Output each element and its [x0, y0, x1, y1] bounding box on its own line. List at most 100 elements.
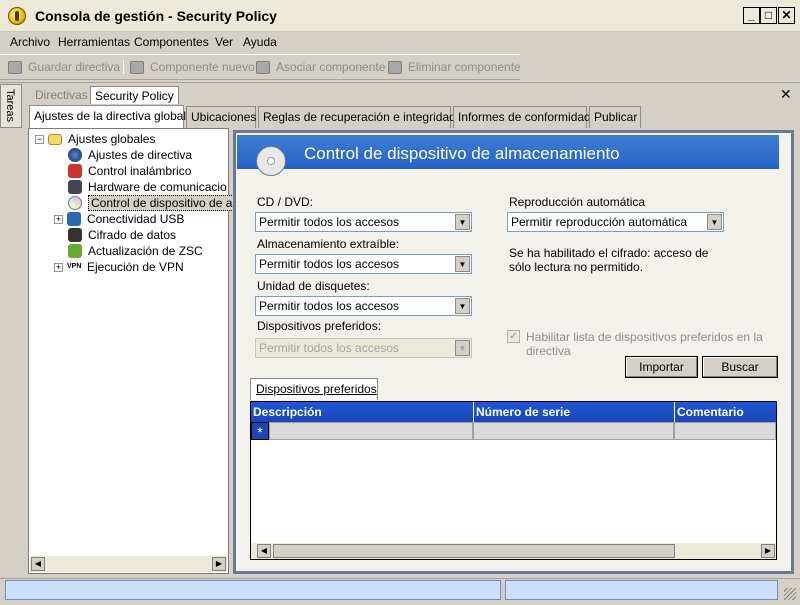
delete-component-icon — [388, 60, 402, 74]
save-policy-button[interactable]: Guardar directiva — [8, 59, 120, 75]
close-document-icon[interactable]: ✕ — [780, 86, 792, 103]
search-button[interactable]: Buscar — [702, 356, 778, 378]
tree-item-vpn-enforcement[interactable]: + VPN Ejecución de VPN — [54, 259, 184, 275]
vpn-icon: VPN — [67, 260, 81, 274]
tree-label: Actualización de ZSC — [88, 244, 203, 258]
tab-locations[interactable]: Ubicaciones — [186, 106, 256, 128]
tree-item-zsc-update[interactable]: Actualización de ZSC — [68, 243, 203, 259]
app-icon — [8, 7, 26, 25]
tree-label: Control de dispositivo de al — [88, 195, 239, 211]
window-title: Consola de gestión - Security Policy — [35, 8, 277, 24]
tab-security-policy[interactable]: Security Policy — [90, 86, 179, 104]
preferred-list-checkbox-label: Habilitar lista de dispositivos preferid… — [526, 330, 763, 358]
tree-node-global-settings[interactable]: − Ajustes globales — [35, 131, 155, 147]
menu-ayuda[interactable]: Ayuda — [243, 35, 277, 49]
preferred-list-checkbox[interactable]: ✓ — [507, 330, 520, 343]
delete-component-button[interactable]: Eliminar componente — [388, 59, 521, 75]
column-header-label: Número de serie — [476, 405, 571, 419]
floppy-drive-select[interactable]: Permitir todos los accesos ▼ — [255, 296, 472, 316]
preferred-devices-select: Permitir todos los accesos ▼ — [255, 338, 472, 358]
tasks-side-tab[interactable]: Tareas — [0, 84, 22, 128]
associate-component-button[interactable]: Asociar componente — [256, 59, 385, 75]
associate-component-label: Asociar componente — [276, 60, 386, 74]
column-header-comment[interactable]: Comentario — [674, 402, 776, 422]
autoplay-select[interactable]: Permitir reproducción automática ▼ — [507, 212, 724, 232]
usb-icon — [67, 212, 81, 226]
new-row-comment-cell[interactable] — [674, 422, 776, 440]
chevron-down-icon[interactable]: ▼ — [707, 214, 722, 230]
tab-recovery-integrity[interactable]: Reglas de recuperación e integridad — [258, 106, 456, 128]
new-row-serial-cell[interactable] — [473, 422, 674, 440]
scroll-right-icon[interactable]: ▶ — [212, 557, 226, 571]
tree-hscrollbar[interactable] — [30, 556, 227, 572]
autoplay-value: Permitir reproducción automática — [511, 215, 688, 229]
save-policy-label: Guardar directiva — [28, 60, 121, 74]
tree-label: Control inalámbrico — [88, 164, 192, 178]
panel-title: Control de dispositivo de almacenamiento — [304, 144, 620, 163]
removable-storage-label: Almacenamiento extraíble: — [257, 237, 400, 251]
minimize-button[interactable]: _ — [743, 7, 760, 24]
cd-dvd-select[interactable]: Permitir todos los accesos ▼ — [255, 212, 472, 232]
cd-dvd-label: CD / DVD: — [257, 195, 314, 209]
collapse-icon[interactable]: − — [35, 134, 44, 144]
scroll-right-icon[interactable]: ▶ — [761, 544, 775, 558]
associate-component-icon — [256, 60, 270, 74]
menu-componentes[interactable]: Componentes — [134, 35, 209, 49]
chevron-down-icon[interactable]: ▼ — [455, 298, 470, 314]
import-button[interactable]: Importar — [625, 356, 698, 378]
tasks-side-tab-label: Tareas — [4, 89, 16, 123]
chevron-down-icon: ▼ — [455, 340, 470, 356]
tab-compliance-reports[interactable]: Informes de conformidad — [453, 106, 591, 128]
cd-dvd-value: Permitir todos los accesos — [259, 215, 400, 229]
menu-herramientas[interactable]: Herramientas — [58, 35, 130, 49]
tree-label: Ejecución de VPN — [87, 260, 184, 274]
resize-grip-icon[interactable] — [784, 588, 796, 600]
chevron-down-icon[interactable]: ▼ — [455, 256, 470, 272]
preferred-devices-value: Permitir todos los accesos — [259, 341, 400, 355]
tree-label: Conectividad USB — [87, 212, 185, 226]
scroll-left-icon[interactable]: ◀ — [31, 557, 45, 571]
close-button[interactable]: ✕ — [778, 7, 795, 24]
tree-item-communication-hardware[interactable]: Hardware de comunicacio — [68, 179, 227, 195]
expand-icon[interactable]: + — [54, 214, 63, 224]
toolbar-separator — [123, 60, 124, 74]
maximize-button[interactable]: □ — [760, 7, 777, 24]
update-icon — [68, 244, 82, 258]
hardware-icon — [68, 180, 82, 194]
scroll-left-icon[interactable]: ◀ — [257, 544, 271, 558]
new-row-marker-icon: * — [251, 422, 269, 440]
delete-component-label: Eliminar componente — [408, 60, 521, 74]
tab-directivas[interactable]: Directivas — [31, 86, 92, 104]
column-header-label: Comentario — [677, 405, 744, 419]
chevron-down-icon[interactable]: ▼ — [455, 214, 470, 230]
column-header-description[interactable]: Descripción — [251, 402, 473, 422]
globe-icon — [68, 148, 82, 162]
removable-storage-select[interactable]: Permitir todos los accesos ▼ — [255, 254, 472, 274]
tree-item-wireless-control[interactable]: Control inalámbrico — [68, 163, 191, 179]
tab-publish[interactable]: Publicar — [589, 106, 641, 128]
new-component-button[interactable]: Componente nuevo — [130, 59, 255, 75]
cd-dvd-icon — [256, 146, 286, 176]
menu-ver[interactable]: Ver — [215, 35, 233, 49]
status-panel-right — [505, 580, 778, 600]
tree-item-policy-settings[interactable]: Ajustes de directiva — [68, 147, 192, 163]
scroll-thumb[interactable] — [273, 544, 675, 558]
autoplay-label: Reproducción automática — [509, 195, 646, 209]
lock-icon — [68, 228, 82, 242]
tab-global-policy-settings[interactable]: Ajustes de la directiva global — [29, 105, 186, 128]
tree-item-usb-connectivity[interactable]: + Conectividad USB — [54, 211, 184, 227]
menu-archivo[interactable]: Archivo — [10, 35, 50, 49]
new-row-description-cell[interactable] — [269, 422, 473, 440]
status-panel-left — [5, 580, 501, 600]
removable-storage-value: Permitir todos los accesos — [259, 257, 400, 271]
column-header-serial[interactable]: Número de serie — [473, 402, 674, 422]
cd-icon — [68, 196, 82, 210]
preferred-devices-label: Dispositivos preferidos: — [257, 319, 382, 333]
tree-item-storage-device-control[interactable]: Control de dispositivo de al — [68, 195, 239, 211]
tree-item-data-encryption[interactable]: Cifrado de datos — [68, 227, 176, 243]
tab-preferred-devices-label: Dispositivos preferidos — [256, 382, 377, 396]
expand-icon[interactable]: + — [54, 262, 63, 272]
tree-label: Cifrado de datos — [88, 228, 177, 242]
floppy-drive-label: Unidad de disquetes: — [257, 279, 370, 293]
column-header-label: Descripción — [253, 405, 322, 419]
